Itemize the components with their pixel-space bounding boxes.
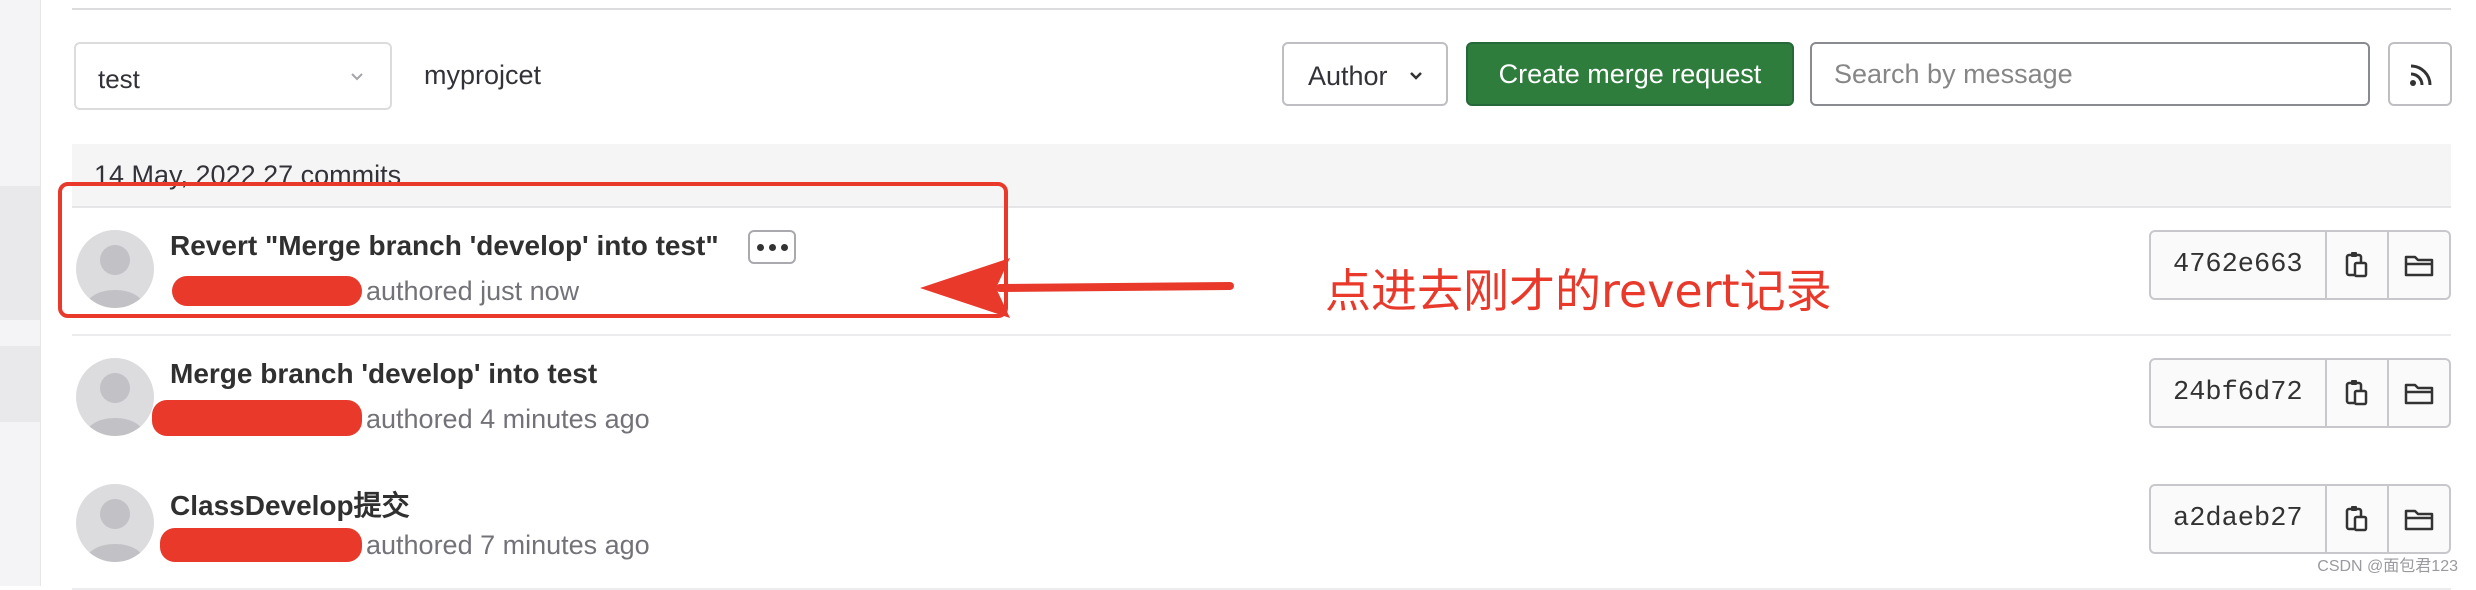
chevron-down-icon	[351, 73, 363, 81]
clipboard-icon	[2345, 252, 2367, 278]
branch-name: test	[98, 64, 140, 94]
clipboard-icon	[2345, 506, 2367, 532]
avatar[interactable]	[76, 358, 154, 436]
project-name: myprojcet	[424, 60, 542, 90]
copy-sha-button[interactable]	[2327, 232, 2389, 298]
watermark: CSDN @面包君123	[2317, 558, 2458, 575]
avatar[interactable]	[76, 230, 154, 308]
divider	[72, 8, 2451, 10]
user-icon	[86, 499, 144, 562]
commit-authored-time: authored just now	[366, 276, 580, 306]
commit-sha[interactable]: 24bf6d72	[2151, 360, 2327, 426]
copy-sha-button[interactable]	[2327, 360, 2389, 426]
user-icon	[86, 373, 144, 436]
user-icon	[86, 245, 144, 308]
redacted-author	[160, 528, 362, 562]
author-label: Author	[1308, 61, 1388, 91]
commit-row[interactable]: Revert "Merge branch 'develop' into test…	[72, 208, 2451, 336]
folder-icon	[2404, 509, 2434, 531]
commit-title[interactable]: Revert "Merge branch 'develop' into test…	[170, 230, 719, 262]
commit-sha[interactable]: a2daeb27	[2151, 486, 2327, 552]
commit-row[interactable]: Merge branch 'develop' into test authore…	[72, 336, 2451, 464]
redacted-author	[152, 400, 362, 436]
sidebar-section	[0, 346, 40, 422]
commit-sha-group: 24bf6d72	[2149, 358, 2451, 428]
commit-authored-time: authored 7 minutes ago	[366, 530, 650, 560]
more-options-button[interactable]	[748, 230, 796, 264]
date-and-count: 14 May, 2022 27 commits	[94, 160, 402, 190]
avatar[interactable]	[76, 484, 154, 562]
branch-dropdown[interactable]: test	[74, 42, 392, 110]
redacted-author	[172, 276, 362, 306]
commit-row[interactable]: ClassDevelop提交 authored 7 minutes ago a2…	[72, 462, 2451, 590]
commit-day-header: 14 May, 2022 27 commits	[72, 144, 2451, 208]
commit-title[interactable]: ClassDevelop提交	[170, 484, 410, 524]
search-by-message-input[interactable]	[1810, 42, 2370, 106]
commit-title[interactable]: Merge branch 'develop' into test	[170, 358, 597, 390]
rss-feed-button[interactable]	[2388, 42, 2452, 106]
commit-sha-group: a2daeb27	[2149, 484, 2451, 554]
rss-icon	[2410, 64, 2432, 86]
annotation-text: 点进去刚才的revert记录	[1325, 264, 1832, 318]
create-merge-request-button[interactable]: Create merge request	[1466, 42, 1794, 106]
commit-sha-group: 4762e663	[2149, 230, 2451, 300]
clipboard-icon	[2345, 380, 2367, 406]
browse-files-button[interactable]	[2389, 486, 2449, 552]
chevron-down-icon	[1410, 72, 1422, 80]
commit-authored-time: authored 4 minutes ago	[366, 404, 650, 434]
browse-files-button[interactable]	[2389, 232, 2449, 298]
left-sidebar	[0, 0, 41, 586]
folder-icon	[2404, 255, 2434, 277]
commit-sha[interactable]: 4762e663	[2151, 232, 2327, 298]
folder-icon	[2404, 383, 2434, 405]
author-filter-dropdown[interactable]: Author	[1282, 42, 1448, 106]
browse-files-button[interactable]	[2389, 360, 2449, 426]
sidebar-section	[0, 186, 40, 320]
copy-sha-button[interactable]	[2327, 486, 2389, 552]
